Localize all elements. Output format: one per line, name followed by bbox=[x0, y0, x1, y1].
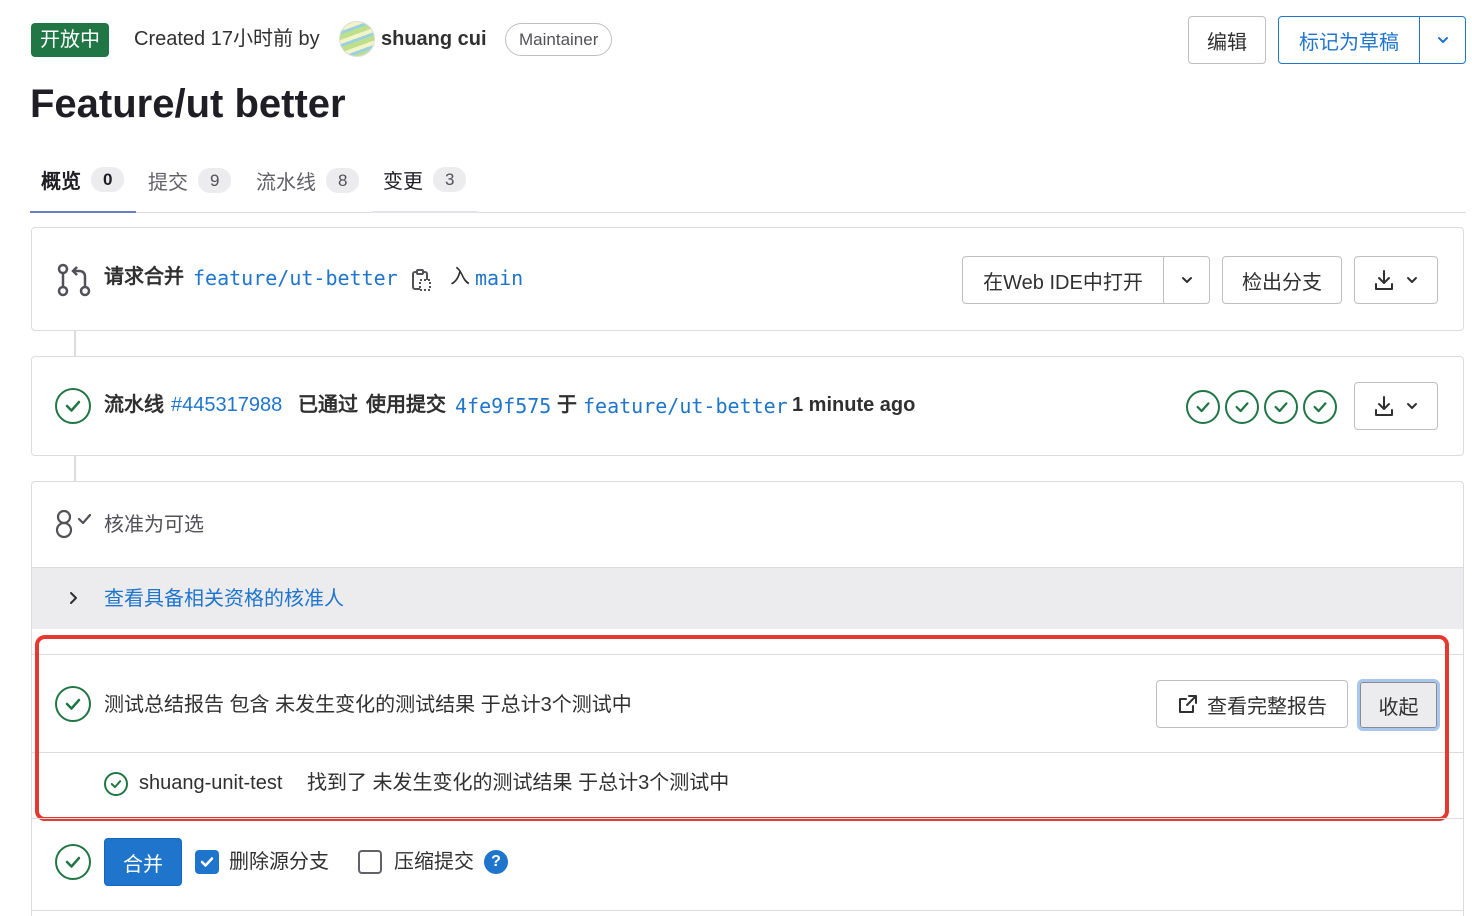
into-text: 入 bbox=[450, 266, 470, 288]
page-title: Feature/ut better bbox=[30, 82, 346, 126]
web-ide-button-group: 在Web IDE中打开 bbox=[962, 256, 1210, 304]
squash-commits-label[interactable]: 压缩提交 bbox=[394, 848, 474, 876]
tab-label: 概览 bbox=[41, 171, 81, 193]
pipeline-using-commit: 使用提交 bbox=[366, 394, 446, 416]
tab-count: 0 bbox=[91, 167, 125, 192]
chevron-down-icon bbox=[1407, 403, 1417, 409]
check-icon bbox=[1274, 402, 1288, 413]
avatar[interactable] bbox=[339, 21, 375, 57]
divider bbox=[32, 818, 1463, 819]
created-text: Created 17小时前 by bbox=[134, 28, 320, 50]
check-icon bbox=[1196, 402, 1210, 413]
status-badge: 开放中 bbox=[31, 23, 109, 57]
commit-sha-link[interactable]: 4fe9f575 bbox=[455, 392, 551, 420]
check-icon bbox=[1235, 402, 1249, 413]
tab-label: 提交 bbox=[148, 172, 188, 194]
tab-overview[interactable]: 概览 0 bbox=[30, 148, 136, 213]
tab-label: 变更 bbox=[383, 171, 423, 193]
chevron-down-icon bbox=[1437, 37, 1448, 43]
open-web-ide-button[interactable]: 在Web IDE中打开 bbox=[963, 257, 1164, 303]
divider bbox=[32, 654, 1463, 655]
check-icon bbox=[65, 400, 81, 412]
draft-button-group: 标记为草稿 bbox=[1278, 16, 1466, 64]
test-suite-name[interactable]: shuang-unit-test bbox=[139, 769, 282, 797]
tab-count: 3 bbox=[433, 167, 467, 192]
stage-status-icon[interactable] bbox=[1303, 390, 1337, 424]
pipeline-status-icon[interactable] bbox=[55, 388, 91, 424]
merge-status-icon bbox=[55, 844, 91, 880]
divider bbox=[32, 752, 1463, 753]
delete-source-branch-label[interactable]: 删除源分支 bbox=[229, 848, 329, 876]
draft-dropdown-toggle[interactable] bbox=[1420, 17, 1465, 63]
stage-status-icon[interactable] bbox=[1186, 390, 1220, 424]
check-icon bbox=[65, 856, 81, 868]
pipeline-prefix: 流水线 bbox=[104, 394, 164, 416]
view-full-report-label: 查看完整报告 bbox=[1207, 695, 1327, 718]
checkout-branch-button[interactable]: 检出分支 bbox=[1222, 256, 1342, 304]
artifacts-download-dropdown[interactable] bbox=[1354, 382, 1438, 430]
chevron-down-icon bbox=[1407, 277, 1417, 283]
mr-prefix: 请求合并 bbox=[104, 266, 184, 288]
stage-status-icon[interactable] bbox=[1225, 390, 1259, 424]
author-name[interactable]: shuang cui bbox=[381, 26, 487, 52]
tab-count: 9 bbox=[198, 168, 232, 193]
pipeline-time: 1 minute ago bbox=[792, 394, 916, 416]
web-ide-dropdown-toggle[interactable] bbox=[1164, 257, 1209, 303]
delete-source-branch-checkbox[interactable] bbox=[195, 850, 219, 874]
download-dropdown[interactable] bbox=[1354, 256, 1438, 304]
view-full-report-button[interactable]: 查看完整报告 bbox=[1156, 680, 1348, 728]
chevron-right-icon bbox=[70, 592, 77, 604]
squash-commits-checkbox[interactable] bbox=[358, 850, 382, 874]
check-icon bbox=[1313, 402, 1327, 413]
divider bbox=[32, 910, 1463, 911]
timeline-connector bbox=[74, 331, 76, 356]
merge-request-icon bbox=[57, 263, 91, 297]
download-icon bbox=[1375, 396, 1393, 416]
view-eligible-approvers-link[interactable]: 查看具备相关资格的核准人 bbox=[104, 585, 344, 613]
collapse-button[interactable]: 收起 bbox=[1357, 679, 1440, 731]
timeline-connector bbox=[74, 456, 76, 481]
tab-pipelines[interactable]: 流水线 8 bbox=[245, 148, 365, 213]
test-suite-result: 找到了 未发生变化的测试结果 于总计3个测试中 bbox=[307, 772, 730, 794]
pipeline-id-link[interactable]: #445317988 bbox=[171, 391, 282, 419]
check-icon bbox=[110, 780, 122, 789]
mark-as-draft-button[interactable]: 标记为草稿 bbox=[1279, 17, 1420, 63]
stage-status-icon[interactable] bbox=[1264, 390, 1298, 424]
tab-changes[interactable]: 变更 3 bbox=[372, 148, 478, 213]
tab-label: 流水线 bbox=[256, 172, 316, 194]
approval-icon bbox=[55, 509, 92, 539]
external-link-icon bbox=[1179, 695, 1197, 713]
suite-status-icon bbox=[104, 772, 128, 796]
pipeline-on: 于 bbox=[557, 394, 577, 416]
edit-button[interactable]: 编辑 bbox=[1188, 16, 1266, 64]
help-icon[interactable]: ? bbox=[484, 850, 508, 874]
approvals-text: 核准为可选 bbox=[104, 514, 204, 536]
test-summary-status-icon bbox=[55, 686, 91, 722]
checkmark-icon bbox=[200, 857, 214, 867]
test-summary-text: 测试总结报告 包含 未发生变化的测试结果 于总计3个测试中 bbox=[104, 694, 632, 716]
target-branch-link[interactable]: main bbox=[475, 264, 523, 292]
merge-button[interactable]: 合并 bbox=[104, 838, 182, 886]
source-branch-link[interactable]: feature/ut-better bbox=[193, 264, 398, 292]
check-icon bbox=[65, 698, 81, 710]
copy-branch-icon[interactable] bbox=[410, 268, 432, 292]
pipeline-status-text: 已通过 bbox=[298, 394, 358, 416]
download-icon bbox=[1375, 270, 1393, 290]
chevron-down-icon bbox=[1181, 277, 1192, 283]
mr-tabs: 概览 0 提交 9 流水线 8 变更 3 bbox=[30, 148, 1466, 213]
pipeline-branch-link[interactable]: feature/ut-better bbox=[583, 392, 788, 420]
tab-commits[interactable]: 提交 9 bbox=[137, 148, 237, 213]
role-badge: Maintainer bbox=[505, 23, 613, 56]
tab-count: 8 bbox=[326, 168, 360, 193]
